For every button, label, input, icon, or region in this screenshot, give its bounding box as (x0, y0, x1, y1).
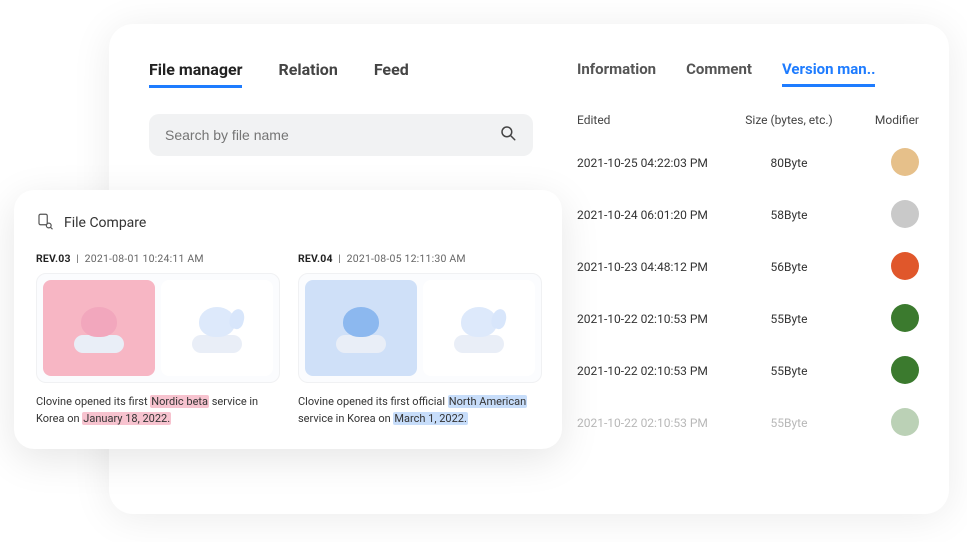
version-edited: 2021-10-22 02:10:53 PM (577, 416, 739, 430)
tab-feed[interactable]: Feed (374, 60, 409, 88)
tab-file-manager[interactable]: File manager (149, 60, 242, 88)
version-row[interactable]: 2021-10-24 06:01:20 PM58Byte (577, 189, 919, 241)
col-header-modifier: Modifier (839, 113, 919, 127)
version-edited: 2021-10-24 06:01:20 PM (577, 208, 739, 222)
right-column: Information Comment Version man.. Edited… (561, 24, 949, 514)
version-row[interactable]: 2021-10-22 02:10:53 PM55Byte (577, 397, 919, 449)
version-modifier (839, 408, 919, 439)
avatar (891, 200, 919, 228)
version-modifier (839, 148, 919, 179)
avatar (891, 408, 919, 436)
tab-information[interactable]: Information (577, 60, 656, 87)
version-edited: 2021-10-23 04:48:12 PM (577, 260, 739, 274)
tab-version-management[interactable]: Version man.. (782, 60, 875, 87)
file-compare-card: File Compare REV.03 | 2021-08-01 10:24:1… (14, 190, 562, 449)
avatar (891, 252, 919, 280)
avatar (891, 356, 919, 384)
version-edited: 2021-10-22 02:10:53 PM (577, 312, 739, 326)
search-input[interactable] (165, 127, 499, 143)
compare-right: REV.04 | 2021-08-05 12:11:30 AM Clovine … (298, 252, 542, 427)
tab-relation[interactable]: Relation (278, 60, 337, 88)
thumb-left-2 (161, 280, 273, 376)
version-row[interactable]: 2021-10-23 04:48:12 PM56Byte (577, 241, 919, 293)
version-size: 58Byte (739, 208, 839, 222)
version-edited: 2021-10-22 02:10:53 PM (577, 364, 739, 378)
version-rows: 2021-10-25 04:22:03 PM80Byte2021-10-24 0… (577, 137, 919, 449)
diff-text-right: Clovine opened its first official North … (298, 393, 542, 427)
version-size: 55Byte (739, 312, 839, 326)
col-header-size: Size (bytes, etc.) (739, 113, 839, 127)
rev-line-left: REV.03 | 2021-08-01 10:24:11 AM (36, 252, 280, 265)
search-bar[interactable] (149, 114, 533, 156)
version-row[interactable]: 2021-10-22 02:10:53 PM55Byte (577, 293, 919, 345)
left-tabs: File manager Relation Feed (149, 60, 533, 88)
version-modifier (839, 356, 919, 387)
version-modifier (839, 304, 919, 335)
thumb-box-right (298, 273, 542, 383)
version-edited: 2021-10-25 04:22:03 PM (577, 156, 739, 170)
rev-line-right: REV.04 | 2021-08-05 12:11:30 AM (298, 252, 542, 265)
version-size: 55Byte (739, 416, 839, 430)
version-modifier (839, 200, 919, 231)
version-size: 80Byte (739, 156, 839, 170)
col-header-edited: Edited (577, 113, 739, 127)
thumb-right-1 (305, 280, 417, 376)
version-size: 56Byte (739, 260, 839, 274)
thumb-left-1 (43, 280, 155, 376)
right-tabs: Information Comment Version man.. (577, 60, 919, 87)
file-compare-label: File Compare (64, 215, 146, 231)
search-icon[interactable] (499, 124, 517, 146)
diff-text-left: Clovine opened its first Nordic beta ser… (36, 393, 280, 427)
file-compare-title: File Compare (36, 212, 542, 234)
version-header: Edited Size (bytes, etc.) Modifier (577, 113, 919, 127)
version-size: 55Byte (739, 364, 839, 378)
avatar (891, 304, 919, 332)
file-compare-icon (36, 212, 54, 234)
tab-comment[interactable]: Comment (686, 60, 752, 87)
thumb-box-left (36, 273, 280, 383)
version-row[interactable]: 2021-10-25 04:22:03 PM80Byte (577, 137, 919, 189)
version-modifier (839, 252, 919, 283)
thumb-right-2 (423, 280, 535, 376)
avatar (891, 148, 919, 176)
version-row[interactable]: 2021-10-22 02:10:53 PM55Byte (577, 345, 919, 397)
compare-left: REV.03 | 2021-08-01 10:24:11 AM Clovine … (36, 252, 280, 427)
